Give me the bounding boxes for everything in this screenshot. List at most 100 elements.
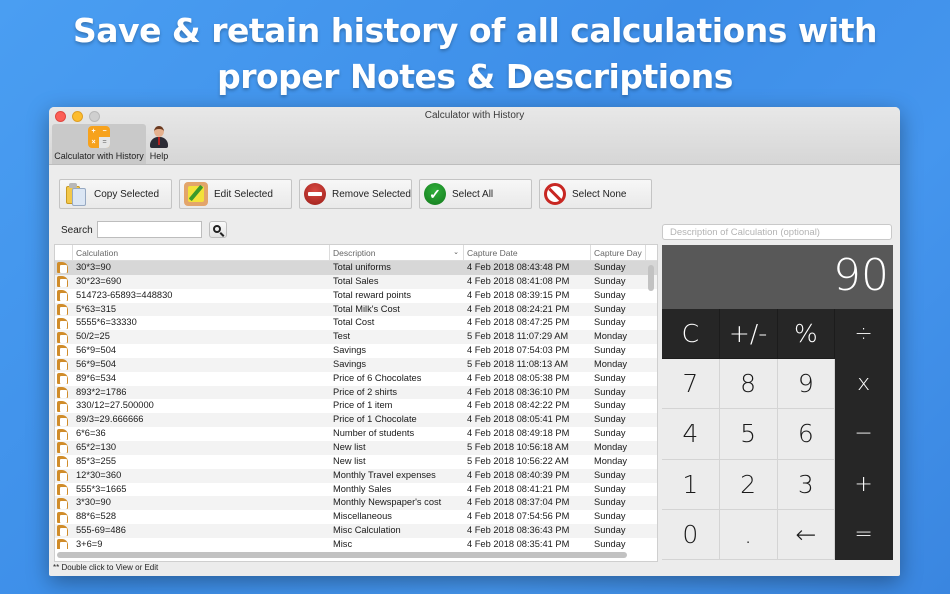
table-row[interactable]: 893*2=1786 Price of 2 shirts 4 Feb 2018 08… xyxy=(55,385,657,400)
toolbar-tab-help[interactable]: Help xyxy=(146,124,172,164)
key-digit-0[interactable]: 0 xyxy=(662,509,720,560)
table-row[interactable]: 56*9=504 Savings 5 Feb 2018 11:08:13 AM Mon… xyxy=(55,357,657,372)
cell-icon xyxy=(55,427,73,441)
select-all-label: Select All xyxy=(452,188,494,200)
key-digit-8[interactable]: 8 xyxy=(719,359,778,410)
headline-line-2: proper Notes & Descriptions xyxy=(217,57,733,96)
table-row[interactable]: 12*30=360 Monthly Travel expenses 4 Feb 20… xyxy=(55,468,657,483)
note-icon xyxy=(57,442,68,454)
select-all-button[interactable]: ✓ Select All xyxy=(419,179,532,209)
table-row[interactable]: 3+6=9 Misc 4 Feb 2018 08:35:41 PM Sunday xyxy=(55,538,657,549)
copy-selected-button[interactable]: Copy Selected xyxy=(59,179,172,209)
column-header-calculation[interactable]: Calculation xyxy=(73,245,330,261)
cell-icon xyxy=(55,303,73,317)
cell-calculation: 88*6=528 xyxy=(76,511,117,522)
cell-calculation: 514723-65893=448830 xyxy=(76,289,173,300)
cell-icon xyxy=(55,289,73,303)
copy-selected-label: Copy Selected xyxy=(94,188,160,200)
cell-description: Price of 6 Chocolates xyxy=(333,372,422,383)
column-header-capture-date[interactable]: Capture Date xyxy=(464,245,591,261)
table-row[interactable]: 50/2=25 Test 5 Feb 2018 11:07:29 AM Monday xyxy=(55,330,657,345)
key-digit-3[interactable]: 3 xyxy=(777,459,836,510)
key-decimal[interactable]: . xyxy=(719,509,778,560)
table-row[interactable]: 30*3=90 Total uniforms 4 Feb 2018 08:43:48… xyxy=(55,261,657,275)
cell-description: Total Sales xyxy=(333,275,379,286)
table-row[interactable]: 89*6=534 Price of 6 Chocolates 4 Feb 2018 … xyxy=(55,372,657,386)
search-input[interactable] xyxy=(97,221,202,238)
key-digit-1[interactable]: 1 xyxy=(662,459,720,510)
cell-icon xyxy=(55,413,73,427)
table-row[interactable]: 85*3=255 New list 5 Feb 2018 10:56:22 AM Mo… xyxy=(55,455,657,469)
table-row[interactable]: 330/12=27.500000 Price of 1 item 4 Feb 201… xyxy=(55,399,657,413)
key-digit-9[interactable]: 9 xyxy=(777,359,836,410)
table-row[interactable]: 5555*6=33330 Total Cost 4 Feb 2018 08:47:2… xyxy=(55,316,657,330)
table-row[interactable]: 56*9=504 Savings 4 Feb 2018 07:54:03 PM Sun… xyxy=(55,344,657,358)
clipboard-icon xyxy=(64,182,88,206)
cell-description: Monthly Sales xyxy=(333,483,392,494)
remove-selected-button[interactable]: Remove Selected xyxy=(299,179,412,209)
key-multiply[interactable]: x xyxy=(835,359,893,410)
horizontal-scrollbar[interactable] xyxy=(57,552,627,558)
key-percent[interactable]: % xyxy=(777,309,836,360)
cell-calculation: 6*6=36 xyxy=(76,428,106,439)
cell-capture-date: 4 Feb 2018 08:35:41 PM xyxy=(467,538,570,549)
table-row[interactable]: 65*2=130 New list 5 Feb 2018 10:56:18 AM Mo… xyxy=(55,440,657,455)
key-digit-2[interactable]: 2 xyxy=(719,459,778,510)
cell-calculation: 89/3=29.666666 xyxy=(76,414,144,425)
table-row[interactable]: 88*6=528 Miscellaneous 4 Feb 2018 07:54:56… xyxy=(55,510,657,524)
cell-calculation: 330/12=27.500000 xyxy=(76,400,154,411)
cell-description: Savings xyxy=(333,345,367,356)
cell-description: New list xyxy=(333,441,366,452)
table-row[interactable]: 30*23=690 Total Sales 4 Feb 2018 08:41:08 … xyxy=(55,274,657,289)
select-none-label: Select None xyxy=(572,188,627,200)
calculator-display: 90 xyxy=(662,245,893,309)
note-icon xyxy=(57,387,68,399)
key-backspace[interactable]: ← xyxy=(777,509,836,560)
table-row[interactable]: 6*6=36 Number of students 4 Feb 2018 08:49… xyxy=(55,427,657,441)
description-input[interactable] xyxy=(662,224,892,240)
key-clear[interactable]: C xyxy=(662,309,720,360)
cell-capture-date: 4 Feb 2018 08:05:38 PM xyxy=(467,372,570,383)
edit-selected-button[interactable]: Edit Selected xyxy=(179,179,292,209)
key-add[interactable]: + xyxy=(835,459,893,510)
cell-capture-day: Sunday xyxy=(594,386,626,397)
cell-capture-day: Monday xyxy=(594,455,628,466)
key-negate[interactable]: +/- xyxy=(719,309,778,360)
toolbar-tab-calculator[interactable]: + − × = Calculator with History xyxy=(52,124,146,164)
table-row[interactable]: 514723-65893=448830 Total reward points 4 … xyxy=(55,289,657,303)
cell-description: Misc Calculation xyxy=(333,525,401,536)
table-row[interactable]: 5*63=315 Total Milk's Cost 4 Feb 2018 08:2… xyxy=(55,302,657,317)
search-button[interactable] xyxy=(209,221,227,238)
search-label: Search xyxy=(61,225,93,236)
cell-icon xyxy=(55,275,73,289)
help-person-icon xyxy=(148,126,170,148)
cell-capture-day: Sunday xyxy=(594,400,626,411)
key-divide[interactable]: ÷ xyxy=(835,309,893,360)
table-row[interactable]: 555*3=1665 Monthly Sales 4 Feb 2018 08:41:… xyxy=(55,483,657,497)
cell-capture-day: Sunday xyxy=(594,469,626,480)
key-digit-7[interactable]: 7 xyxy=(662,359,720,410)
table-row[interactable]: 3*30=90 Monthly Newspaper's cost 4 Feb 201… xyxy=(55,496,657,511)
cell-icon xyxy=(55,344,73,358)
key-digit-5[interactable]: 5 xyxy=(719,409,778,460)
cell-description: Price of 1 Chocolate xyxy=(333,414,417,425)
note-icon xyxy=(57,428,68,440)
cell-calculation: 89*6=534 xyxy=(76,372,117,383)
column-header-icon xyxy=(55,245,73,261)
column-header-description[interactable]: Description ⌄ xyxy=(330,245,464,261)
table-row[interactable]: 89/3=29.666666 Price of 1 Chocolate 4 Feb … xyxy=(55,413,657,428)
key-digit-6[interactable]: 6 xyxy=(777,409,836,460)
key-equals[interactable]: = xyxy=(835,509,893,560)
column-header-capture-day[interactable]: Capture Day xyxy=(591,245,646,261)
note-icon xyxy=(57,290,68,302)
select-none-button[interactable]: Select None xyxy=(539,179,652,209)
cell-capture-date: 5 Feb 2018 10:56:18 AM xyxy=(467,441,569,452)
key-subtract[interactable]: − xyxy=(835,409,893,460)
calculator-icon: + − × = xyxy=(88,126,110,148)
key-digit-4[interactable]: 4 xyxy=(662,409,720,460)
vertical-scrollbar[interactable] xyxy=(648,265,654,291)
cell-capture-date: 4 Feb 2018 08:36:43 PM xyxy=(467,525,570,536)
cell-capture-date: 4 Feb 2018 08:40:39 PM xyxy=(467,469,570,480)
table-row[interactable]: 555-69=486 Misc Calculation 4 Feb 2018 08:… xyxy=(55,524,657,538)
cell-description: New list xyxy=(333,455,366,466)
